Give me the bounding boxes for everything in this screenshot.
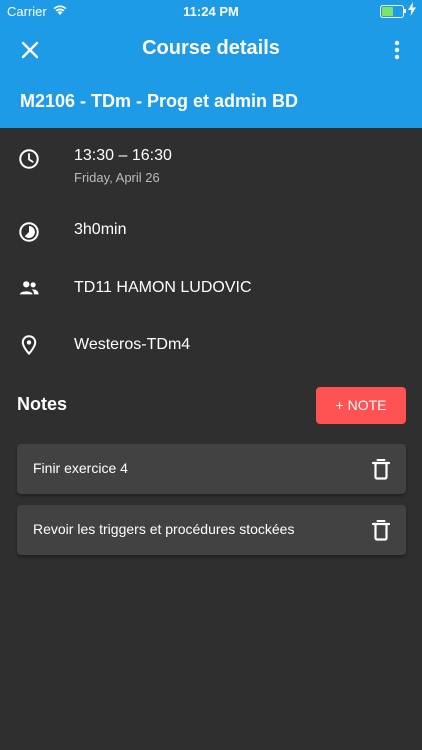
battery-level — [382, 7, 393, 16]
note-text: Finir exercice 4 — [33, 460, 128, 476]
note-text: Revoir les triggers et procédures stocké… — [33, 521, 295, 537]
charging-bolt-icon — [408, 2, 416, 16]
note-item[interactable]: Finir exercice 4 — [17, 444, 406, 494]
trash-icon[interactable] — [371, 519, 391, 541]
clock-icon — [19, 149, 39, 169]
status-time: 11:24 PM — [183, 4, 239, 19]
more-vert-icon[interactable] — [388, 38, 406, 62]
course-date: Friday, April 26 — [74, 170, 160, 185]
course-name: M2106 - TDm - Prog et admin BD — [20, 91, 299, 111]
time-range: 13:30 – 16:30 — [74, 147, 172, 164]
app-header: Course details M2106 - TDm - Prog et adm… — [0, 24, 422, 128]
duration-text: 3h0min — [74, 221, 127, 238]
page-title: Course details — [142, 37, 280, 59]
location-pin-icon — [21, 335, 37, 355]
battery-icon — [380, 5, 404, 18]
trash-icon[interactable] — [371, 458, 391, 480]
app-screen: Carrier 11:24 PM Course details M2106 - … — [0, 0, 422, 750]
timelapse-icon — [19, 222, 39, 242]
notes-heading: Notes — [17, 394, 68, 414]
group-name: TD11 HAMON LUDOVIC — [74, 279, 252, 296]
location-text: Westeros-TDm4 — [74, 336, 191, 353]
status-bar: Carrier 11:24 PM — [0, 0, 422, 24]
note-item[interactable]: Revoir les triggers et procédures stocké… — [17, 505, 406, 555]
battery-tip — [404, 9, 406, 13]
people-icon — [19, 281, 39, 295]
add-note-button[interactable]: + NOTE — [316, 387, 406, 424]
